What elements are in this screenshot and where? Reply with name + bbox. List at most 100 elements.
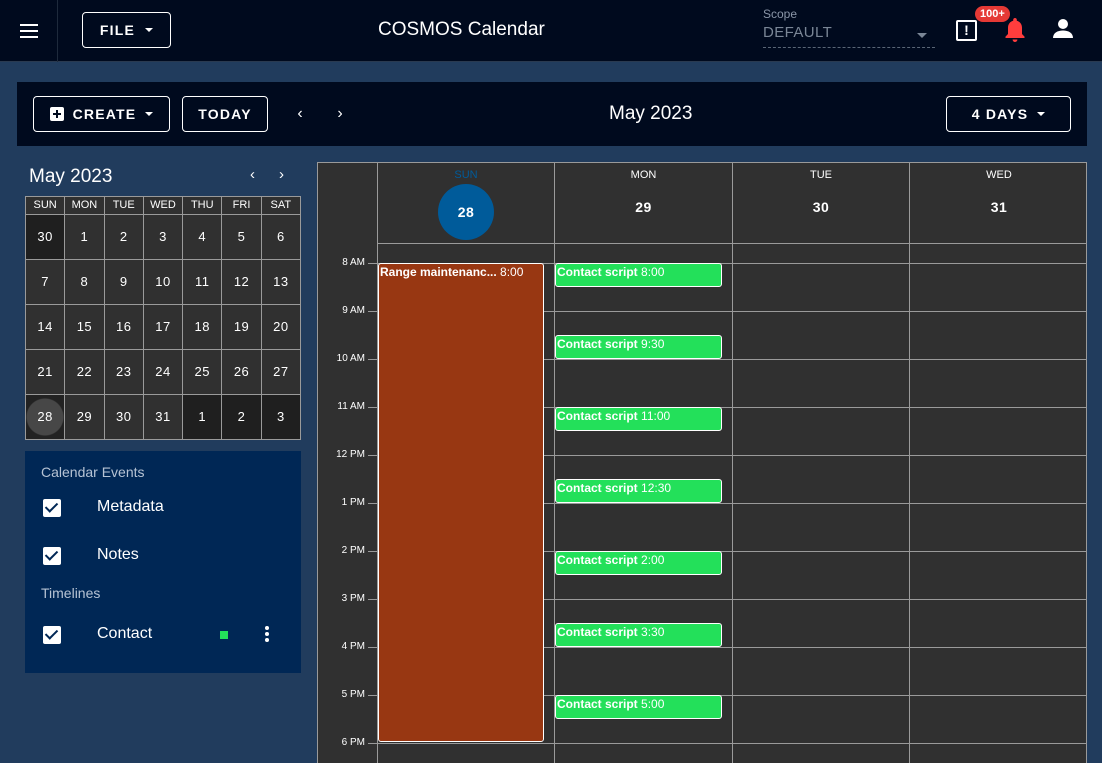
maintenance-event[interactable]: Range maintenanc... 8:00	[378, 263, 544, 742]
weekday-label: SUN	[26, 197, 66, 215]
weekday-label: MON	[65, 197, 105, 215]
contact-timeline-label: Contact	[97, 625, 153, 642]
timeline-color-swatch[interactable]	[220, 631, 228, 639]
event-title: Contact script	[557, 625, 638, 639]
day-date-button[interactable]: 31	[910, 199, 1086, 215]
mini-calendar-week: 28 29 30 31 1 2 3	[26, 395, 301, 440]
mini-calendar-day[interactable]: 23	[104, 350, 144, 395]
contact-script-event[interactable]: Contact script 11:00	[555, 407, 722, 431]
mini-next-chevron-icon[interactable]: ›	[279, 166, 284, 183]
mini-calendar-day[interactable]: 2	[222, 395, 262, 440]
create-button[interactable]: CREATE	[33, 96, 170, 132]
mini-calendar-day[interactable]: 2	[104, 215, 144, 260]
view-select-button[interactable]: 4 DAYS	[946, 96, 1071, 132]
contact-script-event[interactable]: Contact script 5:00	[555, 695, 722, 719]
checkbox-checked-icon[interactable]	[43, 547, 61, 565]
chevron-left-icon[interactable]: ‹	[292, 106, 308, 122]
mini-calendar-day[interactable]: 15	[65, 305, 105, 350]
weekday-label: FRI	[222, 197, 262, 215]
metadata-toggle[interactable]: Metadata	[43, 498, 164, 518]
today-button[interactable]: TODAY	[182, 96, 268, 132]
mini-calendar-day[interactable]: 1	[65, 215, 105, 260]
contact-script-event[interactable]: Contact script 9:30	[555, 335, 722, 359]
file-menu-button[interactable]: FILE	[82, 12, 171, 48]
week-calendar: SUN 28 MON 29 TUE 30 WED 31 8 AM 9 AM 10 AM 11 AM 12…	[317, 162, 1087, 763]
chevron-right-icon[interactable]: ›	[332, 106, 348, 122]
mini-calendar-week: 21 22 23 24 25 26 27	[26, 350, 301, 395]
bell-icon[interactable]	[1004, 18, 1026, 47]
time-label: 12 PM	[336, 449, 365, 460]
hour-tick	[368, 551, 378, 552]
mini-calendar-day[interactable]: 7	[26, 260, 66, 305]
mini-calendar-day[interactable]: 30	[104, 395, 144, 440]
caret-down-icon	[917, 33, 927, 38]
mini-calendar-day[interactable]: 21	[26, 350, 66, 395]
day-date-button[interactable]: 30	[733, 199, 909, 215]
mini-calendar-day[interactable]: 16	[104, 305, 144, 350]
mini-calendar-day[interactable]: 25	[183, 350, 223, 395]
mini-prev-chevron-icon[interactable]: ‹	[250, 166, 255, 183]
day-name: SUN	[454, 169, 478, 181]
create-label: CREATE	[72, 106, 137, 122]
mini-calendar-day[interactable]: 12	[222, 260, 262, 305]
contact-script-event[interactable]: Contact script 3:30	[555, 623, 722, 647]
mini-calendar-day[interactable]: 4	[183, 215, 223, 260]
mini-calendar-day[interactable]: 29	[65, 395, 105, 440]
scope-value: DEFAULT	[763, 24, 833, 41]
weekday-label: SAT	[261, 197, 301, 215]
scope-select[interactable]: DEFAULT	[763, 24, 935, 48]
mini-calendar-day[interactable]: 8	[65, 260, 105, 305]
time-label: 1 PM	[341, 497, 365, 508]
mini-calendar-day[interactable]: 20	[261, 305, 301, 350]
account-icon[interactable]	[1052, 19, 1074, 44]
mini-calendar-day[interactable]: 24	[143, 350, 184, 395]
mini-calendar-day[interactable]: 19	[222, 305, 262, 350]
mini-calendar-day[interactable]: 10	[143, 260, 184, 305]
mini-calendar-day[interactable]: 30	[26, 215, 66, 260]
mini-calendar-day[interactable]: 1	[183, 395, 223, 440]
app-title: COSMOS Calendar	[378, 19, 545, 40]
mini-calendar-day[interactable]: 26	[222, 350, 262, 395]
mini-calendar-day[interactable]: 6	[261, 215, 301, 260]
contact-script-event[interactable]: Contact script 8:00	[555, 263, 722, 287]
mini-calendar-day[interactable]: 18	[183, 305, 223, 350]
mini-calendar-day[interactable]: 3	[143, 215, 184, 260]
day-column-header: WED 31	[909, 163, 1086, 243]
alert-box-icon[interactable]: !	[956, 20, 977, 41]
weekday-label: WED	[143, 197, 184, 215]
hour-tick	[368, 695, 378, 696]
today-date-button[interactable]: 28	[438, 184, 494, 240]
mini-calendar-day[interactable]: 27	[261, 350, 301, 395]
contact-script-event[interactable]: Contact script 12:30	[555, 479, 722, 503]
day-name: MON	[630, 169, 657, 181]
mini-calendar-day[interactable]: 3	[261, 395, 301, 440]
calendar-events-panel: Calendar Events Metadata Notes Timelines…	[25, 451, 301, 673]
hour-tick	[368, 647, 378, 648]
mini-calendar-day[interactable]: 11	[183, 260, 223, 305]
checkbox-checked-icon[interactable]	[43, 626, 61, 644]
mini-calendar-day[interactable]: 5	[222, 215, 262, 260]
mini-calendar-day[interactable]: 13	[261, 260, 301, 305]
time-label: 10 AM	[336, 353, 365, 364]
time-label: 11 AM	[337, 401, 365, 412]
time-label: 3 PM	[341, 593, 365, 604]
mini-calendar-day[interactable]: 31	[143, 395, 184, 440]
mini-calendar-day[interactable]: 17	[143, 305, 184, 350]
hour-tick	[368, 599, 378, 600]
caret-down-icon	[145, 112, 154, 116]
contact-timeline-toggle[interactable]: Contact	[43, 625, 152, 645]
day-column-header: MON 29	[554, 163, 732, 243]
day-date-button[interactable]: 29	[555, 199, 732, 215]
mini-calendar-day[interactable]: 28	[26, 395, 66, 440]
checkbox-checked-icon[interactable]	[43, 499, 61, 517]
mini-calendar-day[interactable]: 14	[26, 305, 66, 350]
more-vert-icon[interactable]	[265, 626, 269, 644]
menu-icon[interactable]	[0, 0, 58, 62]
notes-toggle[interactable]: Notes	[43, 546, 139, 566]
hour-tick	[368, 407, 378, 408]
event-title: Contact script	[557, 481, 638, 495]
contact-script-event[interactable]: Contact script 2:00	[555, 551, 722, 575]
today-label: TODAY	[198, 106, 252, 122]
mini-calendar-day[interactable]: 9	[104, 260, 144, 305]
mini-calendar-day[interactable]: 22	[65, 350, 105, 395]
